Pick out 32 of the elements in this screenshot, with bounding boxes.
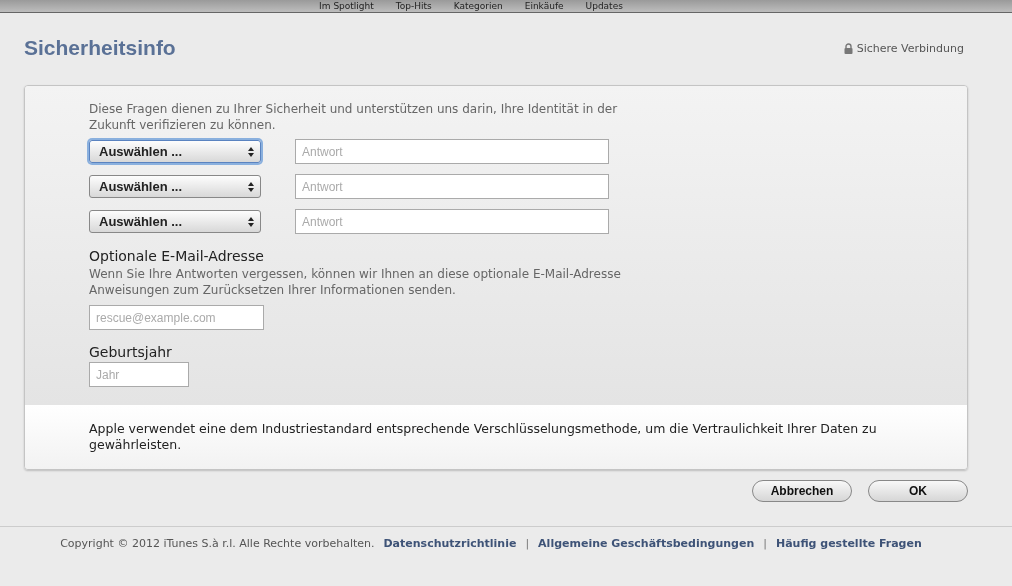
stepper-arrows-icon [248,181,254,192]
stepper-arrows-icon [248,216,254,227]
intro-text: Diese Fragen dienen zu Ihrer Sicherheit und unterstützen uns darin, Ihre Identität in der Zukunft verifizieren zu können. [89,101,619,133]
question-select[interactable]: Auswählen ... [89,140,261,163]
answer-field[interactable]: Antwort [295,139,609,164]
nav-tab[interactable]: Top-Hits [395,0,432,12]
stepper-arrows-icon [248,146,254,157]
footer-link[interactable]: Allgemeine Geschäftsbedingungen [538,537,755,550]
page-title: Sicherheitsinfo [24,36,176,60]
year-field[interactable]: Jahr [89,362,189,387]
birth-year-heading: Geburtsjahr [89,344,173,360]
secure-connection-label: Sichere Verbindung [856,41,964,55]
email-field[interactable]: rescue@example.com [89,305,264,330]
question-select[interactable]: Auswählen ... [89,210,261,233]
lock-icon [843,42,853,54]
footer-link[interactable]: Datenschutzrichtlinie [383,537,517,550]
answer-field[interactable]: Antwort [295,209,609,234]
email-heading: Optionale E-Mail-Adresse [89,248,265,264]
separator: | [763,537,767,550]
encryption-note: Apple verwendet eine dem Industriestandard entsprechende Verschlüsselungsmethode, um die Vertraulichkeit Ihrer Daten zu gewährleisten. [89,421,878,453]
footer-link[interactable]: Häufig gestellte Fragen [775,537,922,550]
question-select[interactable]: Auswählen ... [89,175,261,198]
nav-tab[interactable]: Updates [585,0,623,12]
nav-tab[interactable]: Im Spotlight [319,0,374,12]
dialog-button[interactable]: Abbrechen [752,480,852,502]
dialog-button[interactable]: OK [868,480,968,502]
answer-field[interactable]: Antwort [295,174,609,199]
email-description: Wenn Sie Ihre Antworten vergessen, können wir Ihnen an diese optionale E-Mail-Adresse Anweisungen zum Zurücksetzen Ihrer Informationen senden. [89,266,622,298]
copyright-text: Copyright © 2012 iTunes S.à r.l. Alle Rechte vorbehalten. [60,537,375,550]
nav-tab[interactable]: Kategorien [453,0,503,12]
separator: | [525,537,530,550]
nav-tab[interactable]: Einkäufe [524,0,564,12]
